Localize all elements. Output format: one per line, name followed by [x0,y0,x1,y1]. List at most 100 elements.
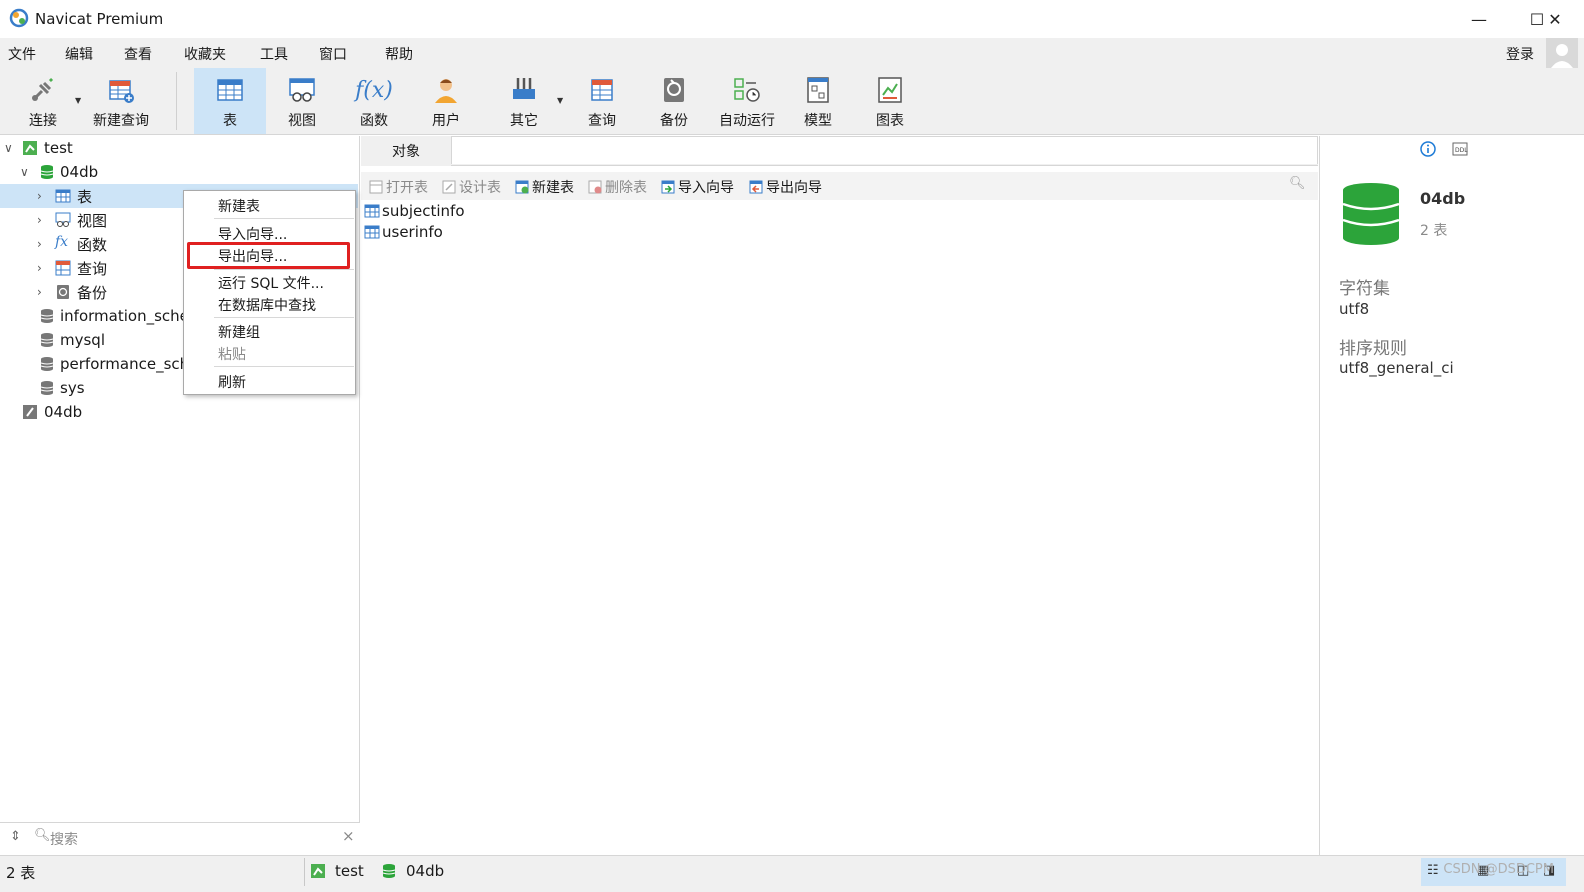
query-button[interactable]: 查询 [580,68,624,134]
ctx-paste[interactable]: 粘贴 [218,344,246,364]
chart-label: 图表 [876,113,904,129]
design-table-button[interactable]: 设计表 [442,177,501,197]
menu-help[interactable]: 帮助 [385,44,413,64]
charset-value: utf8 [1339,300,1370,318]
status-connection: test [310,862,364,880]
connect-dropdown-icon[interactable]: ▼ [75,96,81,105]
search-input[interactable]: 搜索 [50,829,78,849]
chevron-right-icon[interactable]: › [37,189,42,203]
table-row[interactable]: userinfo [364,223,443,241]
auto-run-label: 自动运行 [719,113,775,129]
info-icon[interactable] [1420,141,1436,157]
connection-icon [311,864,325,878]
avatar[interactable] [1546,38,1578,70]
filter-toggle-icon[interactable]: ⇕ [10,829,21,844]
table-row[interactable]: subjectinfo [364,202,465,220]
tree-item-label: 视图 [77,211,108,230]
user-icon [435,79,457,103]
menu-view[interactable]: 查看 [124,44,152,64]
import-wizard-button[interactable]: 导入向导 [661,177,734,197]
tree-item-label: sys [60,379,85,397]
view-button[interactable]: 视图 [280,68,324,134]
ctx-run-sql-file[interactable]: 运行 SQL 文件... [218,273,324,293]
tree-database-04db[interactable]: ∨ 04db [0,160,358,184]
login-link[interactable]: 登录 [1506,44,1534,64]
tree-search-bar: ⇕ 🔍︎ 搜索 × [0,822,360,855]
menu-favorites[interactable]: 收藏夹 [184,44,226,64]
ddl-icon[interactable]: DDL [1452,142,1468,156]
export-wizard-button[interactable]: 导出向导 [749,177,822,197]
ctx-new-table[interactable]: 新建表 [218,196,260,216]
design-table-label: 设计表 [459,180,501,196]
list-view-icon[interactable]: ☷ [1427,863,1439,878]
new-query-button[interactable]: 新建查询 [88,68,154,134]
status-database-label: 04db [406,862,445,880]
menu-edit[interactable]: 编辑 [65,44,93,64]
auto-run-button[interactable]: 自动运行 [716,68,778,134]
chart-button[interactable]: 图表 [868,68,912,134]
clear-search-icon[interactable]: × [342,827,355,845]
function-button[interactable]: f(x) 函数 [352,68,396,134]
menu-separator [214,317,354,318]
chevron-right-icon[interactable]: › [37,261,42,275]
user-label: 用户 [432,113,460,129]
database-icon [382,864,396,878]
chevron-right-icon[interactable]: › [37,237,42,251]
ctx-find-in-database[interactable]: 在数据库中查找 [218,295,316,315]
navicat-logo-icon [9,8,29,28]
watermark: CSDN @DSDCPM [1443,862,1554,877]
info-table-count: 2 表 [1420,223,1448,239]
tab-bar: 对象 [361,136,1318,166]
database-icon [40,357,54,371]
ctx-new-group[interactable]: 新建组 [218,322,260,342]
function-icon: f(x) [355,77,393,103]
table-button[interactable]: 表 [194,68,266,134]
search-icon: 🔍︎ [34,828,51,843]
toolbar-separator [176,72,177,130]
open-table-button[interactable]: 打开表 [369,177,428,197]
ctx-import-wizard[interactable]: 导入向导... [218,224,287,244]
tree-connection-04db[interactable]: 04db [0,400,358,424]
chevron-right-icon[interactable]: › [37,213,42,227]
open-table-label: 打开表 [386,180,428,196]
connection-icon [23,405,37,419]
tree-connection-test[interactable]: ∨ test [0,136,358,160]
export-icon [749,180,763,194]
other-button[interactable]: 其它 [502,68,546,134]
status-database: 04db [381,862,444,880]
user-button[interactable]: 用户 [424,68,468,134]
chevron-right-icon[interactable]: › [37,285,42,299]
delete-table-button[interactable]: 删除表 [588,177,647,197]
menu-file[interactable]: 文件 [8,44,36,64]
minimize-button[interactable]: — [1450,0,1508,38]
design-table-icon [442,180,456,194]
query-icon [591,79,613,101]
window-title: Navicat Premium [35,10,164,28]
svg-text:DDL: DDL [1455,147,1468,154]
other-dropdown-icon[interactable]: ▼ [557,96,563,105]
tab-objects[interactable]: 对象 [361,136,451,166]
backup-button[interactable]: 备份 [652,68,696,134]
chevron-down-icon[interactable]: ∨ [4,141,13,155]
tab-label: 对象 [392,144,420,160]
chevron-down-icon[interactable]: ∨ [20,165,29,179]
table-name: subjectinfo [382,202,465,220]
new-table-button[interactable]: 新建表 [515,177,574,197]
main-toolbar: 连接 ▼ 新建查询 表 视图 f(x) 函数 用户 其它 ▼ 查询 备份 自动运… [0,68,1584,135]
model-button[interactable]: 模型 [796,68,840,134]
database-icon [40,381,54,395]
tree-item-label: 表 [77,187,93,206]
tree-item-label: 04db [44,403,83,421]
menu-window[interactable]: 窗口 [319,44,347,64]
other-label: 其它 [510,113,538,129]
connect-button[interactable]: 连接 [20,68,66,134]
object-search-icon[interactable]: 🔍︎ [1289,176,1306,191]
close-button[interactable]: ✕ [1526,0,1584,38]
database-icon [40,309,54,323]
backup-label: 备份 [660,113,688,129]
function-label: 函数 [360,113,388,129]
collation-label: 排序规则 [1339,339,1407,359]
function-icon: fx [55,234,69,250]
ctx-refresh[interactable]: 刷新 [218,372,246,392]
menu-tools[interactable]: 工具 [260,44,288,64]
